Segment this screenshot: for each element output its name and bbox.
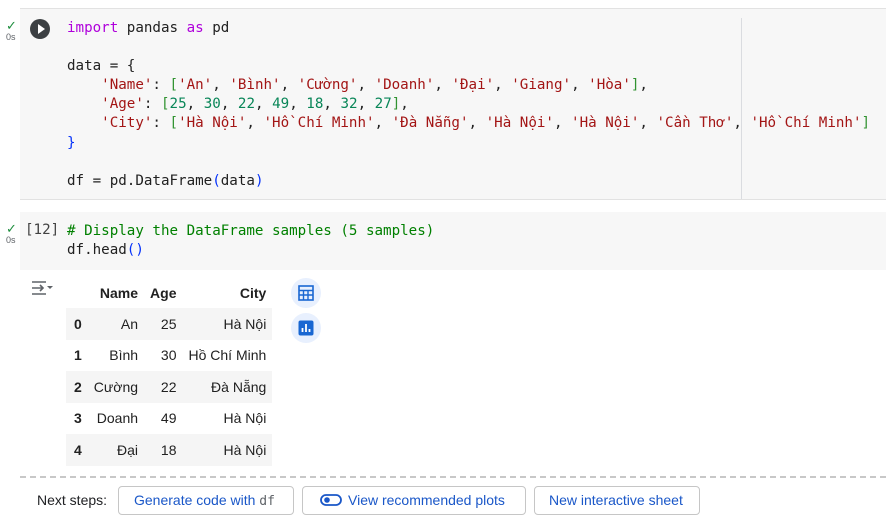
row-index: 1: [74, 347, 82, 364]
execution-count: [12]: [25, 222, 60, 238]
row-index: 3: [74, 410, 82, 427]
table-header-row: Name Age City: [66, 278, 272, 308]
cell-age: 49: [160, 410, 177, 427]
next-steps-label: Next steps:: [37, 492, 108, 508]
new-interactive-sheet-button[interactable]: New interactive sheet: [534, 486, 700, 515]
row-index: 2: [74, 378, 82, 395]
table-view-button[interactable]: [291, 278, 321, 308]
cell-age: 30: [160, 347, 177, 364]
cell-city: Hồ Chí Minh: [188, 347, 267, 364]
cell-city: Hà Nội: [223, 441, 267, 458]
cell1-success-check-icon: ✓: [6, 18, 17, 33]
output-divider: [20, 476, 886, 478]
column-header-age: Age: [150, 285, 177, 301]
generate-code-button[interactable]: Generate code with df: [118, 486, 294, 515]
table-row: 3 Doanh 49 Hà Nội: [66, 403, 272, 435]
chart-suggestion-button[interactable]: [291, 313, 321, 343]
table-icon: [298, 285, 314, 301]
table-row: 1 Bình 30 Hồ Chí Minh: [66, 340, 272, 372]
code-editor-2[interactable]: # Display the DataFrame samples (5 sampl…: [67, 222, 434, 260]
column-header-name: Name: [99, 285, 139, 301]
play-icon: [38, 24, 45, 34]
code-comment: # Display the DataFrame samples (5 sampl…: [67, 223, 435, 239]
dataframe-table: Name Age City 0 An 25 Hà Nội 1 Bình 30 H…: [66, 278, 273, 466]
cell-city: Đà Nẵng: [211, 378, 267, 395]
table-row: 2 Cường 22 Đà Nẵng: [66, 371, 273, 403]
cell-name: Bình: [109, 347, 139, 364]
chart-icon: [298, 320, 314, 336]
output-toggle-icon[interactable]: [30, 279, 54, 297]
cell-city: Hà Nội: [223, 315, 267, 332]
cell-age: 18: [160, 441, 177, 458]
view-recommended-plots-button[interactable]: View recommended plots: [302, 486, 526, 515]
cell-age: 25: [160, 315, 177, 332]
cell-age: 22: [160, 378, 177, 395]
cell2-duration: 0s: [6, 235, 16, 245]
cell-name: An: [120, 315, 139, 332]
cell-name: Đại: [117, 441, 139, 458]
cell1-duration: 0s: [6, 32, 16, 42]
toggle-icon: [320, 494, 342, 506]
table-row: 0 An 25 Hà Nội: [66, 308, 273, 340]
index-header: [66, 278, 88, 308]
column-header-city: City: [239, 285, 267, 301]
row-index: 4: [74, 441, 82, 458]
cell-city: Hà Nội: [223, 410, 267, 427]
cell-name: Doanh: [96, 410, 139, 427]
row-index: 0: [74, 315, 82, 332]
cell2-success-check-icon: ✓: [6, 221, 17, 236]
code-line-data-assign: data = {: [67, 58, 136, 75]
run-cell-button[interactable]: [30, 19, 50, 39]
code-editor-1[interactable]: import pandas as pd data = { 'Name': ['A…: [67, 19, 870, 191]
cell-name: Cường: [93, 378, 139, 395]
table-row: 4 Đại 18 Hà Nội: [66, 434, 273, 466]
